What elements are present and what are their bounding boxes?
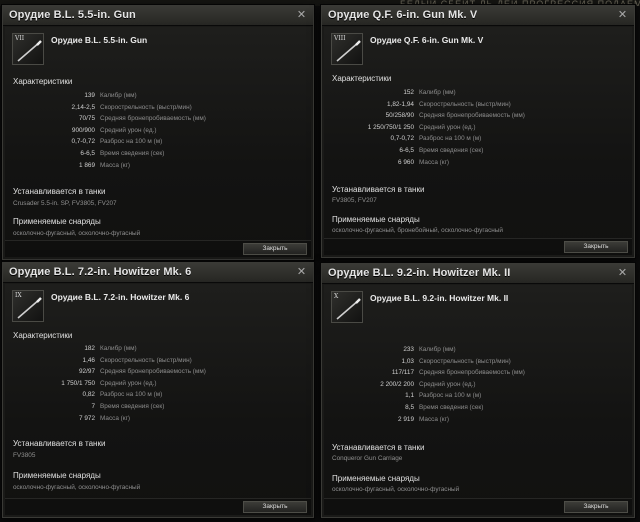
window-footer: Закрыть [324,498,632,515]
installed-heading: Устанавливается в танки [13,439,106,448]
close-button[interactable]: Закрыть [243,501,307,513]
gun-info-window-4: Орудие B.L. 9.2-in. Howitzer Mk. II ✕ X … [321,263,635,518]
gun-info-window-3: Орудие B.L. 7.2-in. Howitzer Mk. 6 ✕ IX … [2,262,314,518]
stat-row-aim-time: 6-6,5 Время сведения (сек) [80,149,165,157]
gun-name: Орудие B.L. 5.5-in. Gun [51,35,148,45]
stat-row-penetration: 92/97 Средняя бронепробиваемость (мм) [79,368,206,376]
close-icon[interactable]: ✕ [295,9,308,22]
close-button[interactable]: Закрыть [564,241,628,253]
stats-list: 182 Калибр (мм) 1,46 Скорострельность (выс… [5,343,311,424]
gun-info-window-2: Орудие Q.F. 6-in. Gun Mk. V ✕ VIII Оруди… [321,5,635,258]
ammo-heading: Применяемые снаряды [332,215,420,224]
stat-row-rate-of-fire: 1,03 Скорострельность (выстр/мин) [401,357,511,365]
gun-name: Орудие B.L. 9.2-in. Howitzer Mk. II [370,293,509,303]
ammo-list: осколочно-фугасный, бронебойный, осколоч… [332,227,503,234]
characteristics-heading: Характеристики [332,74,392,83]
stat-row-dispersion: 0,7-0,72 Разброс на 100 м (м) [71,138,163,146]
stat-row-dispersion: 1,1 Разброс на 100 м (м) [405,392,482,400]
stat-row-weight: 1 869 Масса (кг) [79,161,131,169]
stat-row-weight: 2 919 Масса (кг) [398,415,450,423]
gun-icon [17,297,42,319]
close-button[interactable]: Закрыть [243,243,307,255]
installed-tanks: FV3805 [13,452,36,459]
stat-row-aim-time: 7 Время сведения (сек) [91,402,165,410]
ammo-heading: Применяемые снаряды [13,217,101,226]
gun-thumbnail: VII [12,33,44,65]
stat-row-rate-of-fire: 1,82-1,94 Скорострельность (выстр/мин) [386,100,511,108]
window-title: Орудие B.L. 9.2-in. Howitzer Mk. II [328,267,511,279]
gun-thumbnail: VIII [331,33,363,65]
stat-row-penetration: 117/117 Средняя бронепробиваемость (мм) [391,369,525,377]
ammo-list: осколочно-фугасный, осколочно-фугасный [13,230,141,237]
stat-row-dispersion: 0,82 Разброс на 100 м (м) [82,391,163,399]
stat-row-caliber: 139 Калибр (мм) [84,92,137,99]
stat-row-aim-time: 8,5 Время сведения (сек) [405,403,484,411]
stat-row-aim-time: 6-6,5 Время сведения (сек) [399,146,484,154]
stat-row-caliber: 182 Калибр (мм) [84,345,137,352]
installed-heading: Устанавливается в танки [332,443,425,452]
ammo-list: осколочно-фугасный, осколочно-фугасный [13,484,141,491]
window-content: VII Орудие B.L. 5.5-in. Gun Характеристи… [5,27,311,257]
gun-thumbnail: IX [12,290,44,322]
gun-icon [336,40,361,62]
window-title: Орудие B.L. 5.5-in. Gun [9,9,136,21]
close-icon[interactable]: ✕ [295,266,308,279]
ammo-heading: Применяемые снаряды [332,474,420,483]
stat-row-dispersion: 0,7-0,72 Разброс на 100 м (м) [390,135,482,143]
stat-row-weight: 6 960 Масса (кг) [398,158,450,166]
ammo-heading: Применяемые снаряды [13,471,101,480]
stats-list: 152 Калибр (мм) 1,82-1,94 Скорострельность… [324,87,632,168]
stat-row-rate-of-fire: 1,46 Скорострельность (выстр/мин) [82,356,192,364]
window-footer: Закрыть [324,238,632,255]
window-title-bar[interactable]: Орудие B.L. 9.2-in. Howitzer Mk. II ✕ [322,264,634,284]
installed-heading: Устанавливается в танки [332,185,425,194]
characteristics-heading: Характеристики [13,331,73,340]
window-title-bar[interactable]: Орудие B.L. 5.5-in. Gun ✕ [3,6,313,26]
close-icon[interactable]: ✕ [616,9,629,22]
gun-name: Орудие B.L. 7.2-in. Howitzer Mk. 6 [51,292,190,302]
gun-thumbnail: X [331,291,363,323]
installed-heading: Устанавливается в танки [13,187,106,196]
characteristics-heading: Характеристики [13,77,73,86]
stats-list: 139 Калибр (мм) 2,14-2,5 Скорострельность … [5,90,311,171]
gun-name: Орудие Q.F. 6-in. Gun Mk. V [370,35,484,45]
gun-info-window-1: Орудие B.L. 5.5-in. Gun ✕ VII Орудие B.L… [2,5,314,260]
close-icon[interactable]: ✕ [616,267,629,280]
stat-row-weight: 7 972 Масса (кг) [79,414,131,422]
gun-icon [336,298,361,320]
window-content: IX Орудие B.L. 7.2-in. Howitzer Mk. 6 Ха… [5,284,311,515]
stat-row-damage: 1 250/750/1 250 Средний урон (ед.) [367,123,476,131]
gun-icon [17,40,42,62]
window-footer: Закрыть [5,240,311,257]
stat-row-penetration: 70/75 Средняя бронепробиваемость (мм) [79,115,206,123]
stat-row-penetration: 50/258/90 Средняя бронепробиваемость (мм) [385,112,525,120]
close-button[interactable]: Закрыть [564,501,628,513]
installed-tanks: FV3805, FV207 [332,197,377,204]
window-title: Орудие B.L. 7.2-in. Howitzer Mk. 6 [9,266,192,278]
window-footer: Закрыть [5,498,311,515]
stat-row-rate-of-fire: 2,14-2,5 Скорострельность (выстр/мин) [71,103,192,111]
window-content: X Орудие B.L. 9.2-in. Howitzer Mk. II 23… [324,285,632,515]
stats-list: 233 Калибр (мм) 1,03 Скорострельность (выс… [324,344,632,425]
window-title-bar[interactable]: Орудие B.L. 7.2-in. Howitzer Mk. 6 ✕ [3,263,313,283]
stat-row-damage: 900/900 Средний урон (ед.) [71,126,157,134]
ammo-list: осколочно-фугасный, осколочно-фугасный [332,486,460,493]
stat-row-caliber: 152 Калибр (мм) [403,89,456,96]
installed-tanks: Conqueror Gun Carriage [332,455,403,462]
stat-row-damage: 2 200/2 200 Средний урон (ед.) [380,380,476,388]
window-content: VIII Орудие Q.F. 6-in. Gun Mk. V Характе… [324,27,632,255]
window-title-bar[interactable]: Орудие Q.F. 6-in. Gun Mk. V ✕ [322,6,634,26]
installed-tanks: Crusader 5.5-in. SP, FV3805, FV207 [13,200,117,207]
stat-row-caliber: 233 Калибр (мм) [403,346,456,353]
stat-row-damage: 1 750/1 750 Средний урон (ед.) [61,379,157,387]
window-title: Орудие Q.F. 6-in. Gun Mk. V [328,9,478,21]
